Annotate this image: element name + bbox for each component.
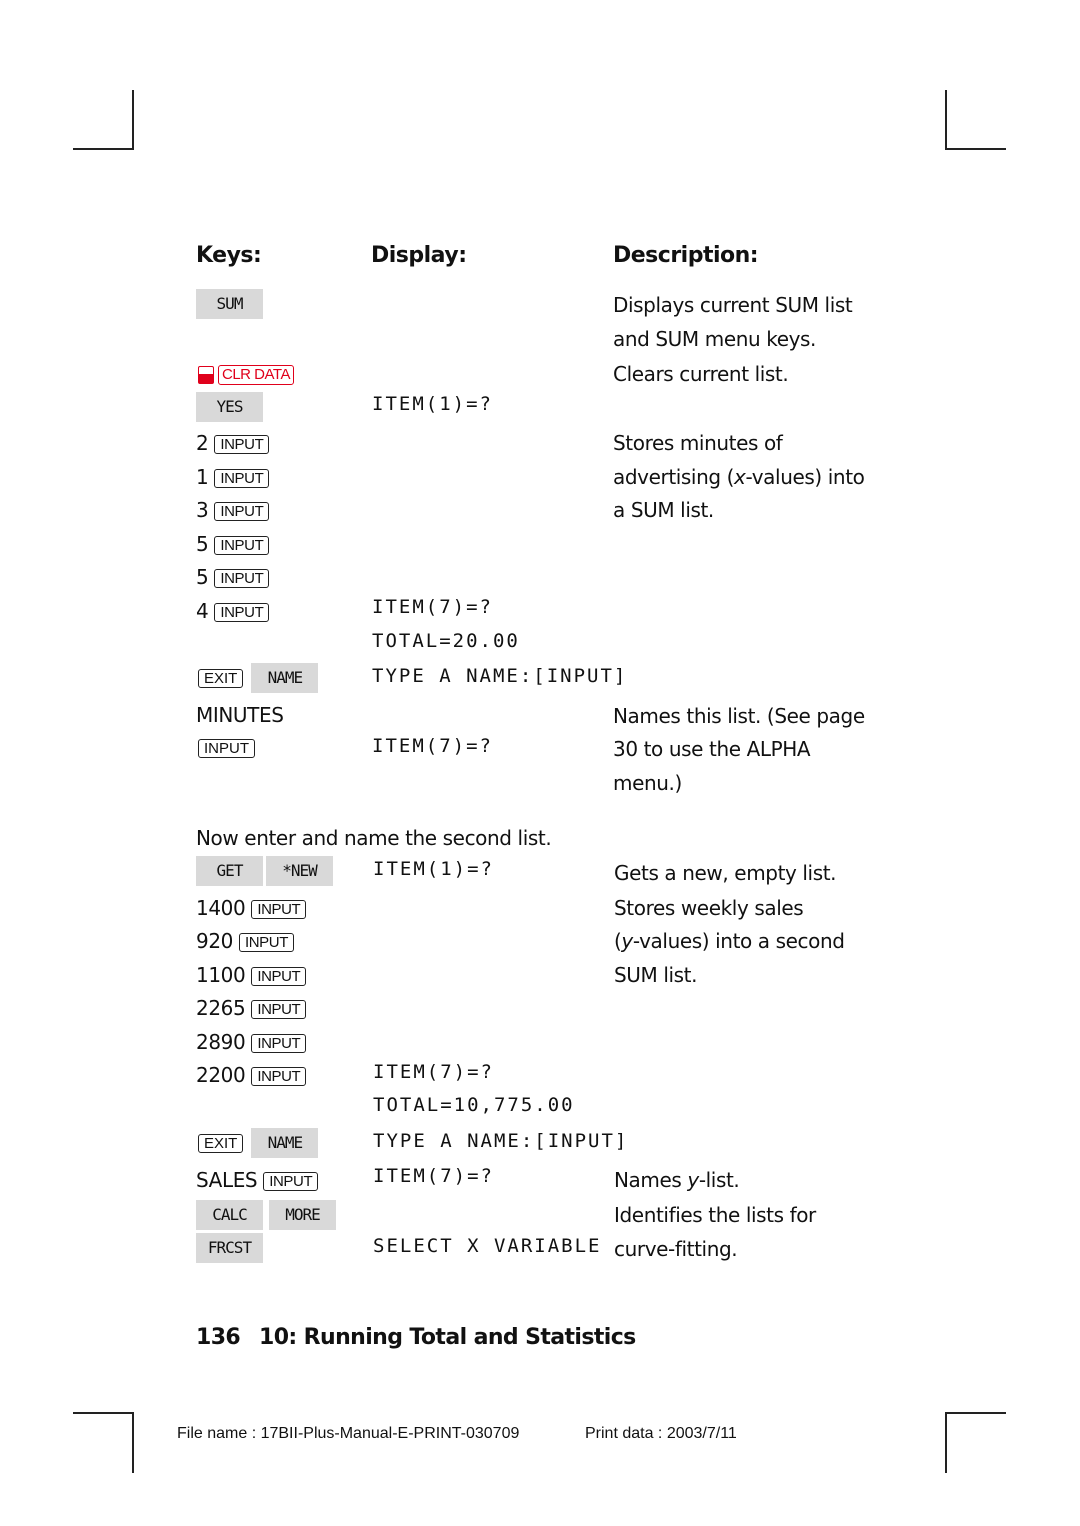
description-line: Clears current list. xyxy=(613,362,789,386)
key-calc-more: CALC MORE xyxy=(196,1200,336,1230)
display-item7: ITEM(7)=? xyxy=(372,596,493,618)
softkey-calc[interactable]: CALC xyxy=(196,1200,263,1230)
keystroke-row: SALES INPUT xyxy=(196,1168,319,1192)
description-line: Stores weekly sales xyxy=(614,896,804,920)
keystroke-row: 5 INPUT xyxy=(196,532,270,556)
keystroke-row: 1100 INPUT xyxy=(196,963,307,987)
description-line: Identifies the lists for xyxy=(614,1203,816,1227)
description-line: 30 to use the ALPHA xyxy=(613,737,811,761)
description-line: Stores minutes of xyxy=(613,431,783,455)
input-key[interactable]: INPUT xyxy=(251,1067,307,1086)
softkey-more[interactable]: MORE xyxy=(269,1200,336,1230)
keystroke-row: 2 INPUT xyxy=(196,431,270,455)
keystroke-row: 2265 INPUT xyxy=(196,996,307,1020)
softkey-get[interactable]: GET xyxy=(196,856,263,886)
input-key[interactable]: INPUT xyxy=(251,900,307,919)
description-line: Names this list. (See page xyxy=(613,704,865,728)
description-line: curve-fitting. xyxy=(614,1237,738,1261)
display-item7: ITEM(7)=? xyxy=(372,735,493,757)
softkey-frcst[interactable]: FRCST xyxy=(196,1233,263,1263)
display-type-name: TYPE A NAME:[INPUT] xyxy=(372,665,628,687)
description-line: advertising (x-values) into xyxy=(613,465,865,489)
crop-mark-top-left-v xyxy=(132,90,134,149)
display-item1: ITEM(1)=? xyxy=(372,393,493,415)
description-line: Names y-list. xyxy=(614,1168,740,1192)
crop-mark-bottom-right-v xyxy=(945,1412,947,1473)
description-line: and SUM menu keys. xyxy=(613,327,817,351)
intro-second-list: Now enter and name the second list. xyxy=(196,826,552,850)
typed-name-minutes: MINUTES xyxy=(196,703,284,727)
softkey-sum[interactable]: SUM xyxy=(196,289,263,319)
chapter-title: 10: Running Total and Statistics xyxy=(259,1325,636,1350)
key-get-new: GET *NEW xyxy=(196,856,333,886)
description-line: menu.) xyxy=(613,771,682,795)
exit-key[interactable]: EXIT xyxy=(198,1134,244,1153)
description-line: Gets a new, empty list. xyxy=(614,861,837,885)
input-key[interactable]: INPUT xyxy=(251,1000,307,1019)
key-sum[interactable]: SUM xyxy=(196,289,263,319)
input-key[interactable]: INPUT xyxy=(214,569,270,588)
description-line: (y-values) into a second xyxy=(614,929,845,953)
input-key[interactable]: INPUT xyxy=(214,435,270,454)
key-input: INPUT xyxy=(198,738,255,758)
key-clr-data[interactable]: CLR DATA xyxy=(198,364,294,385)
description-line: Displays current SUM list xyxy=(613,293,853,317)
keystroke-row: 2890 INPUT xyxy=(196,1030,307,1054)
softkey-name[interactable]: NAME xyxy=(251,1128,319,1158)
softkey-new[interactable]: *NEW xyxy=(266,856,333,886)
page-number: 136 xyxy=(196,1325,241,1350)
crop-mark-top-right-h xyxy=(945,148,1006,150)
crop-mark-top-left-h xyxy=(73,148,134,150)
clr-data-key[interactable]: CLR DATA xyxy=(218,364,294,385)
exit-key[interactable]: EXIT xyxy=(198,669,244,688)
input-key[interactable]: INPUT xyxy=(198,739,255,758)
softkey-name[interactable]: NAME xyxy=(251,663,319,693)
display-type-name: TYPE A NAME:[INPUT] xyxy=(373,1130,629,1152)
input-key[interactable]: INPUT xyxy=(214,603,270,622)
softkey-yes[interactable]: YES xyxy=(196,392,263,422)
display-total: TOTAL=20.00 xyxy=(372,630,520,652)
display-item7: ITEM(7)=? xyxy=(373,1165,494,1187)
crop-mark-top-right-v xyxy=(945,90,947,149)
crop-mark-bottom-right-h xyxy=(945,1412,1006,1414)
keystroke-row: 3 INPUT xyxy=(196,498,270,522)
input-key[interactable]: INPUT xyxy=(214,502,270,521)
header-display: Display: xyxy=(371,243,467,268)
keystroke-row: 2200 INPUT xyxy=(196,1063,307,1087)
keystroke-row: 4 INPUT xyxy=(196,599,270,623)
file-name: File name : 17BII-Plus-Manual-E-PRINT-03… xyxy=(177,1425,520,1442)
shift-key-icon xyxy=(198,365,214,384)
input-key[interactable]: INPUT xyxy=(238,933,294,952)
key-yes[interactable]: YES xyxy=(196,392,263,422)
header-description: Description: xyxy=(613,243,759,268)
print-date: Print data : 2003/7/11 xyxy=(585,1425,737,1442)
keystroke-row: 1400 INPUT xyxy=(196,896,307,920)
display-item1: ITEM(1)=? xyxy=(373,858,494,880)
input-key[interactable]: INPUT xyxy=(214,469,270,488)
key-exit-name: EXIT NAME xyxy=(198,1128,319,1158)
display-item7: ITEM(7)=? xyxy=(373,1061,494,1083)
key-exit-name: EXIT NAME xyxy=(198,663,319,693)
keystroke-row: 1 INPUT xyxy=(196,465,270,489)
key-frcst: FRCST xyxy=(196,1233,263,1263)
input-key[interactable]: INPUT xyxy=(263,1172,319,1191)
display-total: TOTAL=10,775.00 xyxy=(373,1094,575,1116)
display-select-x: SELECT X VARIABLE xyxy=(373,1235,602,1257)
description-line: SUM list. xyxy=(614,963,698,987)
input-key[interactable]: INPUT xyxy=(214,536,270,555)
header-keys: Keys: xyxy=(196,243,262,268)
description-line: a SUM list. xyxy=(613,498,714,522)
keystroke-row: 920 INPUT xyxy=(196,929,294,953)
crop-mark-bottom-left-h xyxy=(73,1412,134,1414)
input-key[interactable]: INPUT xyxy=(251,1034,307,1053)
crop-mark-bottom-left-v xyxy=(132,1412,134,1473)
keystroke-row: 5 INPUT xyxy=(196,565,270,589)
input-key[interactable]: INPUT xyxy=(251,967,307,986)
